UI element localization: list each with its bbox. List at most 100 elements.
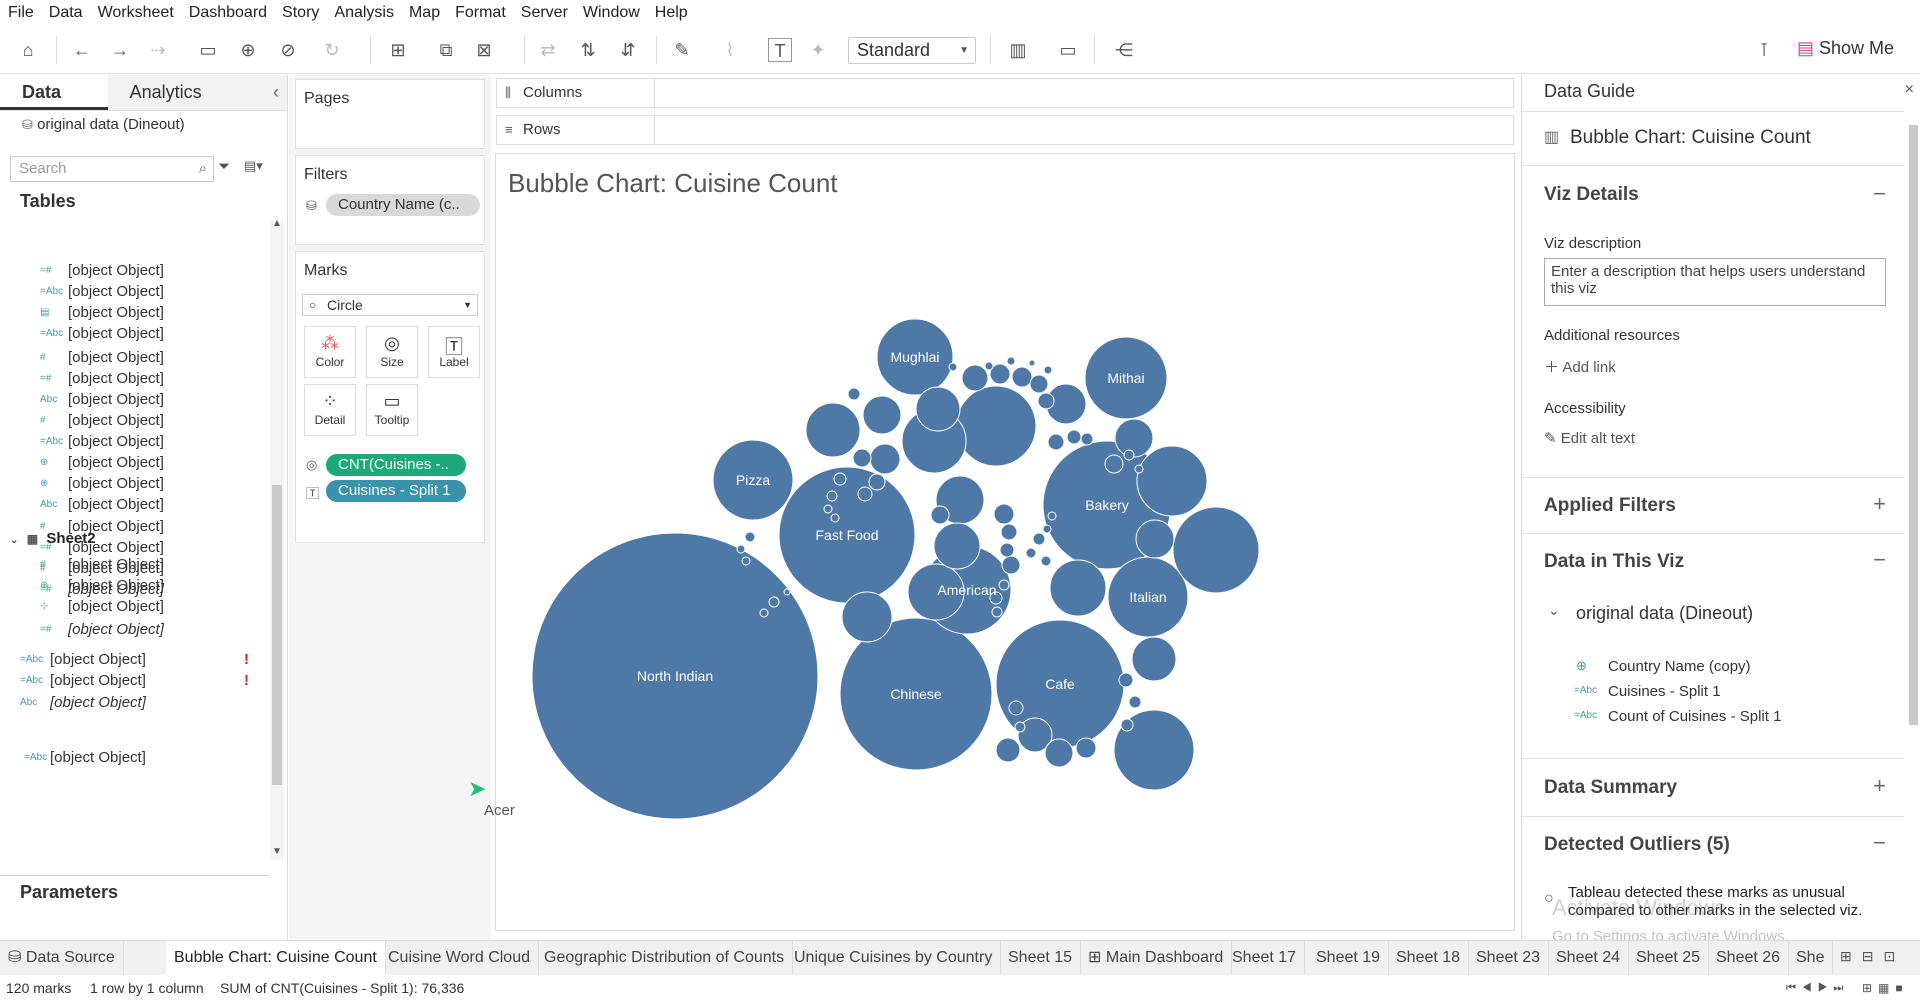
highlight-icon[interactable]: ✎ xyxy=(670,38,694,62)
bubble[interactable] xyxy=(1043,365,1053,375)
sort-desc-icon[interactable]: ⇵ xyxy=(616,38,640,62)
bubble[interactable] xyxy=(1032,532,1046,546)
tab-sheet[interactable]: Sheet 19 xyxy=(1308,941,1390,975)
chevron-down-icon[interactable]: ⌄ xyxy=(1548,602,1560,619)
bubble[interactable] xyxy=(833,472,847,486)
bubble[interactable] xyxy=(1136,445,1208,517)
bubble[interactable] xyxy=(841,591,893,643)
pause-updates-icon[interactable]: ⊘ xyxy=(276,38,300,62)
bubble[interactable] xyxy=(1011,366,1033,388)
new-datasource-icon[interactable]: ⊕ xyxy=(236,38,260,62)
bubble[interactable] xyxy=(933,522,981,570)
detail-button[interactable]: ⁘ Detail xyxy=(304,384,356,436)
menu-item-format[interactable]: Format xyxy=(455,4,506,22)
tab-sheet[interactable]: Bubble Chart: Cuisine Count xyxy=(166,941,386,975)
edit-alt-text-button[interactable]: ✎ Edit alt text xyxy=(1544,429,1635,447)
bubble[interactable] xyxy=(744,531,756,543)
bubble[interactable] xyxy=(915,386,961,432)
tab-data-source[interactable]: ⛁ Data Source xyxy=(0,941,124,975)
bubble[interactable] xyxy=(805,402,861,458)
share-icon[interactable]: ⋲ xyxy=(1112,38,1136,62)
bubble[interactable] xyxy=(993,503,1015,525)
bubble[interactable] xyxy=(1042,524,1052,534)
swap-icon[interactable]: ⇄ xyxy=(536,38,560,62)
bubble[interactable] xyxy=(1120,718,1134,732)
collapse-viz-details-icon[interactable]: − xyxy=(1873,181,1886,207)
show-me-button[interactable]: ▤ Show Me xyxy=(1797,38,1894,59)
bubble[interactable] xyxy=(1037,392,1055,410)
tab-data[interactable]: Data xyxy=(0,75,108,110)
fields-scrollbar[interactable]: ▲ ▼ xyxy=(270,218,284,860)
bubble[interactable] xyxy=(1114,418,1154,458)
bubble[interactable] xyxy=(1008,700,1024,716)
viz-canvas[interactable]: Bubble Chart: Cuisine Count North Indian… xyxy=(468,153,1515,931)
bubble[interactable] xyxy=(955,385,1037,467)
bubble[interactable] xyxy=(768,596,780,608)
filters-card[interactable]: Filters ⛁ Country Name (c.. xyxy=(295,155,485,245)
tab-sheet[interactable]: Sheet 15 xyxy=(1000,941,1082,975)
group-icon[interactable]: ⌇ xyxy=(718,38,742,62)
pages-card[interactable]: Pages xyxy=(295,79,485,149)
rows-shelf[interactable]: ≡ Rows xyxy=(496,115,1514,145)
bubble[interactable] xyxy=(995,737,1021,763)
bubble[interactable] xyxy=(1028,359,1036,367)
size-pill[interactable]: CNT(Cuisines -.. xyxy=(326,454,466,476)
cards-icon[interactable]: ▥ xyxy=(1006,38,1030,62)
columns-shelf[interactable]: ⫼ Columns xyxy=(496,78,1514,108)
bubble[interactable] xyxy=(1049,559,1107,617)
field-item[interactable]: Abc [object Object] xyxy=(0,690,268,716)
expand-data-summary-icon[interactable]: + xyxy=(1873,773,1886,799)
tooltip-button[interactable]: ▭ Tooltip xyxy=(366,384,418,436)
bubble[interactable] xyxy=(1066,429,1082,445)
clear-sheet-icon[interactable]: ⊠ xyxy=(472,38,496,62)
bubble[interactable] xyxy=(1006,356,1016,366)
bubble[interactable] xyxy=(1044,738,1074,768)
bubble[interactable] xyxy=(961,364,989,392)
presentation-icon[interactable]: ▭ xyxy=(1056,38,1080,62)
tab-sheet[interactable]: Geographic Distribution of Counts xyxy=(536,941,794,975)
bubble[interactable] xyxy=(1014,721,1026,733)
bubble[interactable] xyxy=(1080,432,1094,446)
redo-icon[interactable]: → xyxy=(108,38,132,62)
bubble[interactable] xyxy=(1001,555,1021,575)
menu-item-map[interactable]: Map xyxy=(409,4,440,22)
tab-sheet[interactable]: She xyxy=(1788,941,1834,975)
bubble[interactable] xyxy=(852,448,872,468)
menu-item-data[interactable]: Data xyxy=(49,4,83,22)
refresh-icon[interactable]: ↻ xyxy=(320,38,344,62)
tab-sheet[interactable]: Sheet 17 xyxy=(1224,941,1306,975)
bubble[interactable] xyxy=(1047,433,1065,451)
bubble[interactable] xyxy=(823,504,833,514)
view-options-icon[interactable]: ▤▾ xyxy=(244,158,263,174)
collapse-data-in-viz-icon[interactable]: − xyxy=(1873,547,1886,573)
bubble[interactable] xyxy=(1075,737,1097,759)
filter-pill[interactable]: Country Name (c.. xyxy=(326,194,480,216)
label-pill[interactable]: Cuisines - Split 1 xyxy=(326,480,466,502)
bubble[interactable] xyxy=(759,608,769,618)
bubble[interactable] xyxy=(930,505,950,525)
bubble[interactable] xyxy=(1128,695,1142,709)
chevron-down-icon[interactable]: ⌄ xyxy=(10,535,18,546)
tab-analytics[interactable]: Analytics ‹ xyxy=(107,75,287,110)
bubble[interactable] xyxy=(741,556,751,566)
new-sheet-icon[interactable]: ⊞ xyxy=(386,38,410,62)
tab-sheet[interactable]: ⊞ Main Dashboard xyxy=(1080,941,1233,975)
field-item[interactable]: =# [object Object] xyxy=(0,617,268,643)
outliers-heading[interactable]: Detected Outliers (5) xyxy=(1544,834,1730,856)
field-item[interactable]: =Abc [object Object] xyxy=(0,321,268,347)
sort-asc-icon[interactable]: ⇅ xyxy=(576,38,600,62)
bubble[interactable] xyxy=(998,579,1010,591)
tab-sheet[interactable]: Cuisine Word Cloud xyxy=(380,941,539,975)
close-icon[interactable]: × xyxy=(1905,81,1914,99)
expand-applied-filters-icon[interactable]: + xyxy=(1873,491,1886,517)
bubble[interactable] xyxy=(869,443,901,475)
bubble[interactable] xyxy=(984,361,994,371)
bubble[interactable] xyxy=(1029,374,1049,394)
data-guide-scrollbar[interactable] xyxy=(1906,105,1920,935)
data-summary-heading[interactable]: Data Summary xyxy=(1544,777,1677,799)
bubble[interactable] xyxy=(1135,519,1175,559)
tab-sheet[interactable]: Sheet 25 xyxy=(1628,941,1710,975)
search-input[interactable]: Search ⌕ xyxy=(10,156,214,182)
bubble[interactable] xyxy=(1123,449,1135,461)
bubble[interactable] xyxy=(1025,547,1037,559)
